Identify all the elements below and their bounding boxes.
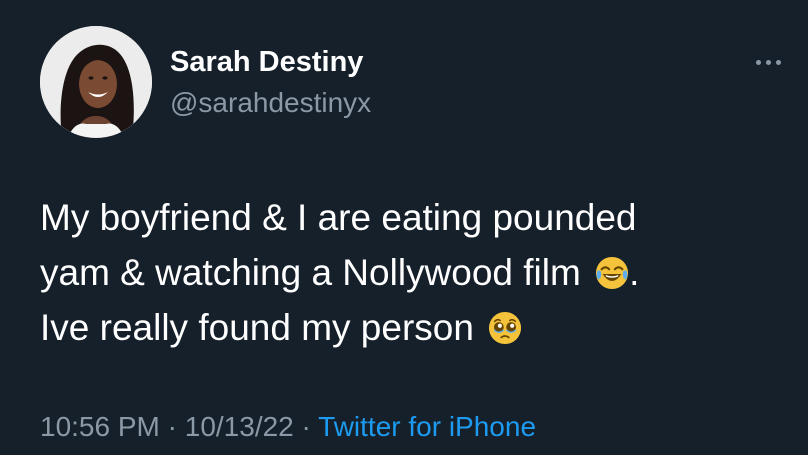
tweet-text-line: yam & watching a Nollywood film .	[40, 245, 780, 300]
tweet-text-period: .	[629, 252, 640, 293]
tweet-card: Sarah Destiny @sarahdestinyx My boyfrien…	[0, 0, 808, 455]
tweet-source-link[interactable]: Twitter for iPhone	[318, 411, 536, 442]
pleading-face-emoji	[488, 311, 522, 345]
tweet-text-line: Ive really found my person	[40, 300, 780, 355]
tweet-text-segment: My boyfriend & I are eating pounded	[40, 197, 637, 238]
face-with-tears-of-joy-emoji	[595, 256, 629, 290]
author-avatar[interactable]	[40, 26, 152, 138]
tweet-meta: 10:56 PM · 10/13/22 · Twitter for iPhone	[40, 410, 536, 444]
author-handle[interactable]: @sarahdestinyx	[170, 86, 371, 120]
more-horizontal-icon	[755, 59, 761, 65]
meta-separator: ·	[167, 411, 177, 442]
meta-separator: ·	[301, 411, 311, 442]
tweet-text-segment: yam & watching a Nollywood film	[40, 252, 581, 293]
tweet-time[interactable]: 10:56 PM	[40, 411, 160, 442]
tweet-text: My boyfriend & I are eating pounded yam …	[40, 190, 780, 355]
more-horizontal-icon-dot	[765, 59, 771, 65]
tweet-text-segment: Ive really found my person	[40, 307, 474, 348]
tweet-text-line: My boyfriend & I are eating pounded	[40, 190, 780, 245]
author-display-name[interactable]: Sarah Destiny	[170, 44, 363, 80]
more-horizontal-icon-dot	[775, 59, 781, 65]
tweet-date[interactable]: 10/13/22	[185, 411, 294, 442]
more-options-button[interactable]	[748, 50, 788, 74]
avatar-image	[40, 26, 152, 138]
